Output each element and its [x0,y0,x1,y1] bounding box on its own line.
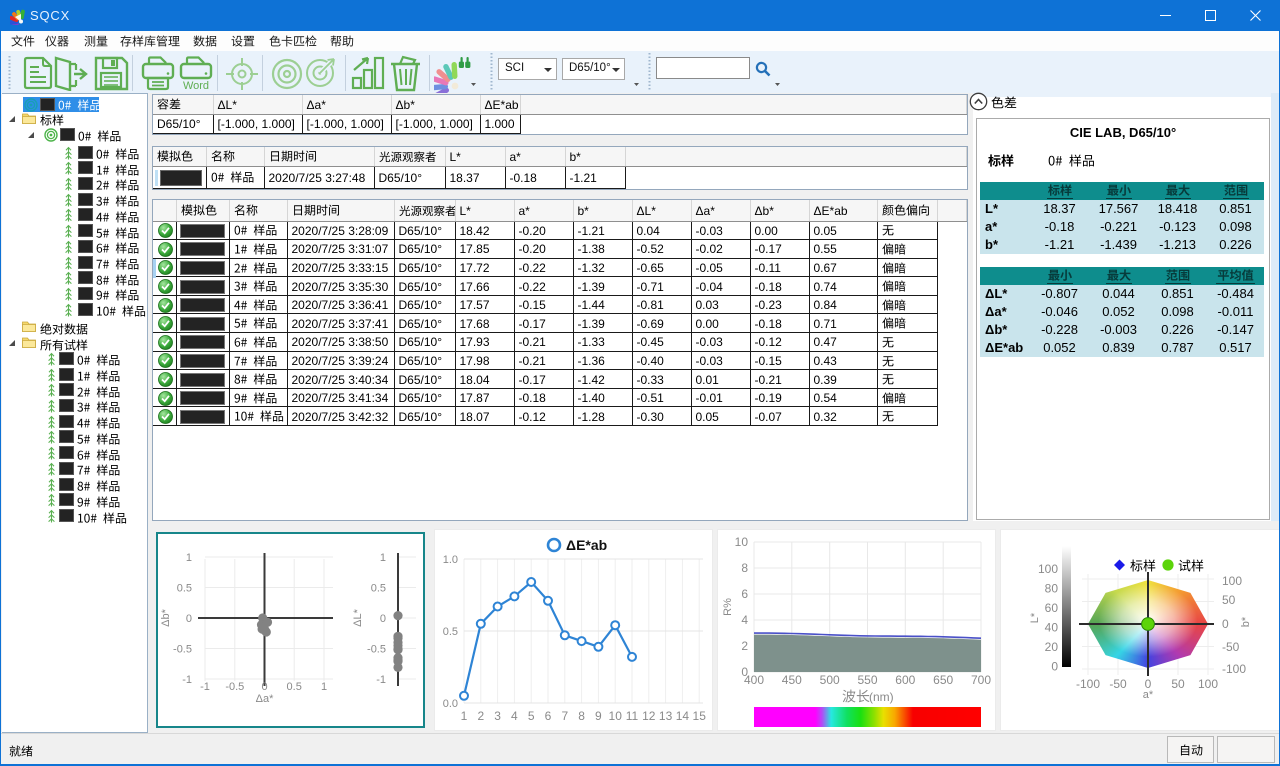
svg-text:-100: -100 [1222,662,1246,676]
svg-text:0: 0 [380,613,386,625]
svg-text:0: 0 [261,681,267,693]
svg-text:0: 0 [1222,617,1229,631]
svg-text:2: 2 [741,639,748,653]
svg-text:1: 1 [461,709,468,723]
svg-text:700: 700 [971,673,991,687]
svg-text:6: 6 [741,587,748,601]
svg-text:ΔE*ab: ΔE*ab [566,537,607,553]
svg-text:100: 100 [1198,677,1218,691]
svg-text:5: 5 [528,709,535,723]
svg-text:15: 15 [693,709,707,723]
svg-text:1.0: 1.0 [443,554,458,566]
svg-text:20: 20 [1045,640,1059,654]
svg-text:3: 3 [494,709,501,723]
svg-text:1: 1 [321,681,327,693]
svg-text:-0.5: -0.5 [173,644,192,656]
svg-text:-100: -100 [1076,677,1100,691]
svg-text:0.5: 0.5 [371,583,386,595]
svg-text:-0.5: -0.5 [225,681,244,693]
svg-text:0.5: 0.5 [287,681,302,693]
svg-text:600: 600 [895,673,915,687]
svg-text:-0.5: -0.5 [367,644,386,656]
svg-text:1: 1 [380,552,386,564]
svg-text:4: 4 [741,613,748,627]
svg-text:13: 13 [659,709,673,723]
svg-text:-1: -1 [200,681,210,693]
svg-text:7: 7 [561,709,568,723]
svg-text:80: 80 [1045,582,1059,596]
svg-text:4: 4 [511,709,518,723]
svg-text:R%: R% [722,598,734,616]
svg-text:0.5: 0.5 [177,583,192,595]
svg-text:60: 60 [1045,601,1059,615]
svg-text:450: 450 [782,673,802,687]
svg-text:2: 2 [477,709,484,723]
svg-text:Δa*: Δa* [256,693,274,705]
svg-text:9: 9 [595,709,602,723]
svg-text:50: 50 [1171,677,1185,691]
svg-text:14: 14 [676,709,690,723]
svg-text:0: 0 [1051,659,1058,673]
svg-text:12: 12 [642,709,656,723]
svg-text:11: 11 [626,709,639,723]
svg-text:-50: -50 [1109,677,1127,691]
svg-text:100: 100 [1222,574,1242,588]
svg-text:Δb*: Δb* [160,608,172,626]
svg-text:0.0: 0.0 [443,698,458,710]
svg-text:0.5: 0.5 [443,626,458,638]
svg-text:-50: -50 [1222,640,1240,654]
svg-text:10: 10 [609,709,623,723]
svg-text:L*: L* [1029,612,1041,623]
svg-text:500: 500 [820,673,840,687]
svg-text:-1: -1 [376,674,386,686]
svg-text:ΔL*: ΔL* [352,608,364,626]
svg-text:10: 10 [735,535,749,549]
svg-text:Word: Word [183,80,209,92]
svg-text:a*: a* [1143,689,1154,701]
svg-text:40: 40 [1045,621,1059,635]
svg-text:650: 650 [933,673,953,687]
svg-text:-1: -1 [182,674,192,686]
svg-text:b*: b* [1240,616,1252,627]
svg-text:400: 400 [744,673,764,687]
svg-text:1: 1 [186,552,192,564]
svg-text:100: 100 [1038,562,1058,576]
svg-text:6: 6 [545,709,552,723]
svg-text:50: 50 [1222,593,1236,607]
svg-text:8: 8 [578,709,585,723]
svg-text:0: 0 [186,613,192,625]
svg-text:550: 550 [857,673,877,687]
svg-text:8: 8 [741,561,748,575]
